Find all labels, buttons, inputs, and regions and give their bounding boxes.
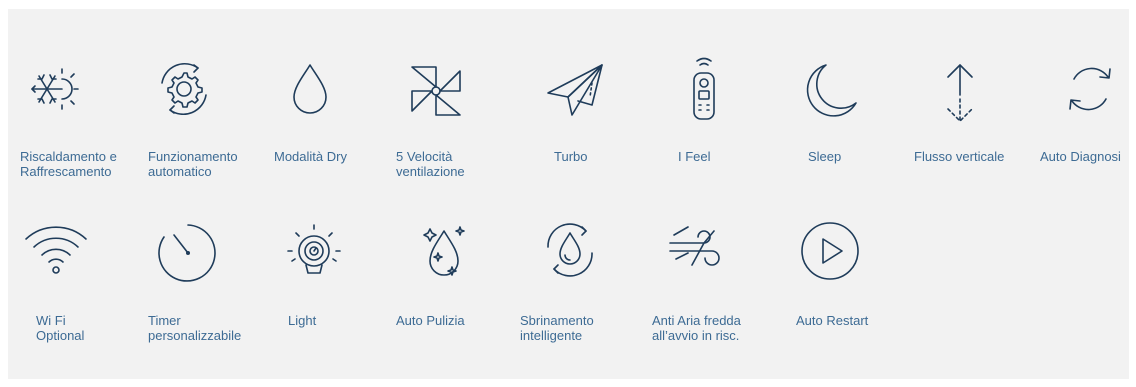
feature-label-line2: intelligente bbox=[520, 328, 583, 343]
feature-turbo: Turbo bbox=[538, 53, 658, 193]
remote-control-icon bbox=[668, 53, 740, 125]
refresh-arrows-icon bbox=[1054, 53, 1126, 125]
feature-label-line1: Sbrinamento bbox=[520, 313, 594, 328]
feature-label-line1: Auto Diagnosi bbox=[1040, 149, 1121, 164]
feature-modalita-dry: Modalità Dry bbox=[274, 53, 394, 193]
feature-timer: Timer personalizzabile bbox=[148, 213, 268, 353]
auto-gear-icon bbox=[148, 53, 220, 125]
features-panel: Riscaldamento e Raffrescamento Funzionam… bbox=[8, 9, 1129, 379]
feature-label-line1: Riscaldamento e bbox=[20, 149, 117, 164]
defrost-drop-icon bbox=[534, 213, 606, 285]
water-drop-icon bbox=[274, 53, 346, 125]
feature-light: Light bbox=[278, 213, 398, 353]
feature-flusso-verticale: Flusso verticale bbox=[914, 53, 1034, 193]
feature-auto-restart: Auto Restart bbox=[792, 213, 912, 353]
feature-auto-pulizia: Auto Pulizia bbox=[396, 213, 516, 353]
feature-funzionamento: Funzionamento automatico bbox=[148, 53, 268, 193]
feature-label-line2: automatico bbox=[148, 164, 212, 179]
feature-wifi: Wi Fi Optional bbox=[20, 213, 140, 353]
sparkle-drop-icon bbox=[408, 213, 480, 285]
feature-label-line1: 5 Velocità bbox=[396, 149, 453, 164]
snowflake-sun-icon bbox=[20, 53, 92, 125]
feature-5-velocita: 5 Velocità ventilazione bbox=[396, 53, 516, 193]
feature-label-line1: Timer bbox=[148, 313, 181, 328]
feature-sbrinamento: Sbrinamento intelligente bbox=[520, 213, 640, 353]
feature-label-line2: Raffrescamento bbox=[20, 164, 112, 179]
wifi-icon bbox=[20, 213, 92, 285]
paper-plane-icon bbox=[538, 53, 610, 125]
crescent-moon-icon bbox=[794, 53, 866, 125]
feature-label-line1: Funzionamento bbox=[148, 149, 238, 164]
feature-anti-aria-fredda: Anti Aria fredda all’avvio in risc. bbox=[652, 213, 772, 353]
timer-icon bbox=[148, 213, 220, 285]
feature-sleep: Sleep bbox=[794, 53, 914, 193]
wind-icon bbox=[662, 213, 734, 285]
feature-label-line2: ventilazione bbox=[396, 164, 465, 179]
vertical-flow-arrows-icon bbox=[924, 53, 996, 125]
feature-label-line1: Auto Restart bbox=[796, 313, 869, 328]
light-bulb-icon bbox=[278, 213, 350, 285]
feature-label-line1: Auto Pulizia bbox=[396, 313, 465, 328]
feature-riscaldamento: Riscaldamento e Raffrescamento bbox=[20, 53, 140, 193]
feature-i-feel: I Feel bbox=[668, 53, 788, 193]
feature-label-line1: Flusso verticale bbox=[914, 149, 1005, 164]
feature-label-line2: personalizzabile bbox=[148, 328, 242, 343]
feature-label-line1: Modalità Dry bbox=[274, 149, 347, 164]
feature-label-line1: Anti Aria fredda bbox=[652, 313, 741, 328]
pinwheel-icon bbox=[396, 53, 468, 125]
feature-label-line2: all’avvio in risc. bbox=[652, 328, 740, 343]
feature-auto-diagnosi: Auto Diagnosi bbox=[1034, 53, 1136, 193]
play-circle-icon bbox=[792, 213, 864, 285]
